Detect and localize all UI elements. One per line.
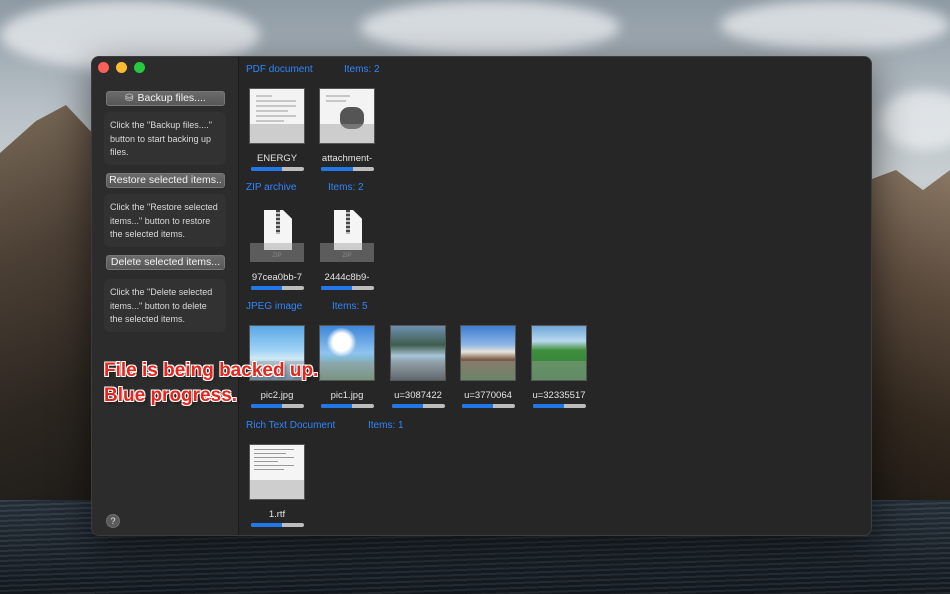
image-thumbnail — [390, 325, 446, 381]
zip-file-icon: ZIP — [249, 207, 305, 263]
file-name: 1.rtf — [268, 509, 286, 520]
file-tile[interactable]: pic1.jpg — [318, 325, 376, 408]
file-name: 97cea0bb-7 — [251, 272, 303, 283]
group-count-label: Items: 2 — [344, 64, 380, 75]
pdf-page-icon — [319, 88, 375, 144]
cloud — [880, 90, 950, 150]
cloud — [720, 0, 950, 50]
backup-progress-bar — [251, 167, 304, 171]
group-type-label: PDF document — [246, 64, 313, 75]
cloud — [360, 0, 620, 55]
pdf-page-icon — [249, 88, 305, 144]
group-count-label: Items: 5 — [332, 301, 368, 312]
restore-description: Click the "Restore selected items..." bu… — [104, 194, 226, 247]
group-header-jpeg: JPEG image Items: 5 — [246, 301, 368, 312]
group-count-label: Items: 1 — [368, 420, 404, 431]
group-header-zip: ZIP archive Items: 2 — [246, 182, 364, 193]
file-name: ENERGY — [256, 153, 298, 164]
file-browser: PDF document Items: 2 ENERGY attachment-… — [240, 57, 871, 535]
restore-selected-label: Restore selected items.. — [109, 174, 222, 186]
file-tile[interactable]: ZIP 97cea0bb-7 — [248, 207, 306, 290]
backup-description: Click the "Backup files...." button to s… — [104, 112, 226, 165]
group-type-label: ZIP archive — [246, 182, 297, 193]
annotation-line: Blue progress. — [104, 385, 238, 406]
backup-progress-bar — [462, 404, 515, 408]
backup-files-button[interactable]: ⛁ Backup files.... — [106, 91, 225, 106]
file-name: attachment- — [321, 153, 373, 164]
group-type-label: JPEG image — [246, 301, 303, 312]
backup-icon: ⛁ — [125, 93, 134, 104]
file-tile[interactable]: ENERGY — [248, 88, 306, 171]
delete-description: Click the "Delete selected items..." but… — [104, 279, 226, 332]
group-count-label: Items: 2 — [328, 182, 364, 193]
backup-progress-bar — [251, 523, 304, 527]
mountain-right — [860, 170, 950, 505]
zip-file-icon: ZIP — [319, 207, 375, 263]
restore-selected-button[interactable]: Restore selected items.. — [106, 173, 225, 188]
backup-progress-bar — [392, 404, 445, 408]
close-window-button[interactable] — [98, 62, 109, 73]
file-name: pic1.jpg — [330, 390, 364, 401]
delete-selected-label: Delete selected items... — [110, 256, 221, 268]
group-header-rtf: Rich Text Document Items: 1 — [246, 420, 404, 431]
image-thumbnail — [531, 325, 587, 381]
backup-files-label: Backup files.... — [137, 92, 206, 104]
app-window: ⛁ Backup files.... Click the "Backup fil… — [91, 56, 872, 536]
file-tile[interactable]: 1.rtf — [248, 444, 306, 527]
backup-progress-bar — [533, 404, 586, 408]
delete-selected-button[interactable]: Delete selected items... — [106, 255, 225, 270]
file-tile[interactable]: u=32335517 — [530, 325, 588, 408]
file-name: u=3087422 — [394, 390, 442, 401]
minimize-window-button[interactable] — [116, 62, 127, 73]
file-tile[interactable]: u=3770064 — [459, 325, 517, 408]
group-type-label: Rich Text Document — [246, 420, 336, 431]
group-header-pdf: PDF document Items: 2 — [246, 64, 380, 75]
backup-progress-bar — [321, 404, 374, 408]
annotation-caption: File is being backed up. Blue progress. — [104, 358, 318, 408]
backup-progress-bar — [321, 167, 374, 171]
file-name: u=3770064 — [464, 390, 512, 401]
zoom-window-button[interactable] — [134, 62, 145, 73]
annotation-line: File is being backed up. — [104, 360, 319, 381]
file-tile[interactable]: u=3087422 — [389, 325, 447, 408]
file-tile[interactable]: attachment- — [318, 88, 376, 171]
image-thumbnail — [319, 325, 375, 381]
file-tile[interactable]: ZIP 2444c8b9- — [318, 207, 376, 290]
image-thumbnail — [460, 325, 516, 381]
file-name: u=32335517 — [532, 390, 586, 401]
file-name: 2444c8b9- — [324, 272, 370, 283]
sidebar: ⛁ Backup files.... Click the "Backup fil… — [92, 57, 239, 535]
rtf-page-icon — [249, 444, 305, 500]
window-controls — [98, 62, 145, 73]
backup-progress-bar — [251, 286, 304, 290]
help-button[interactable]: ? — [106, 514, 120, 528]
backup-progress-bar — [321, 286, 374, 290]
